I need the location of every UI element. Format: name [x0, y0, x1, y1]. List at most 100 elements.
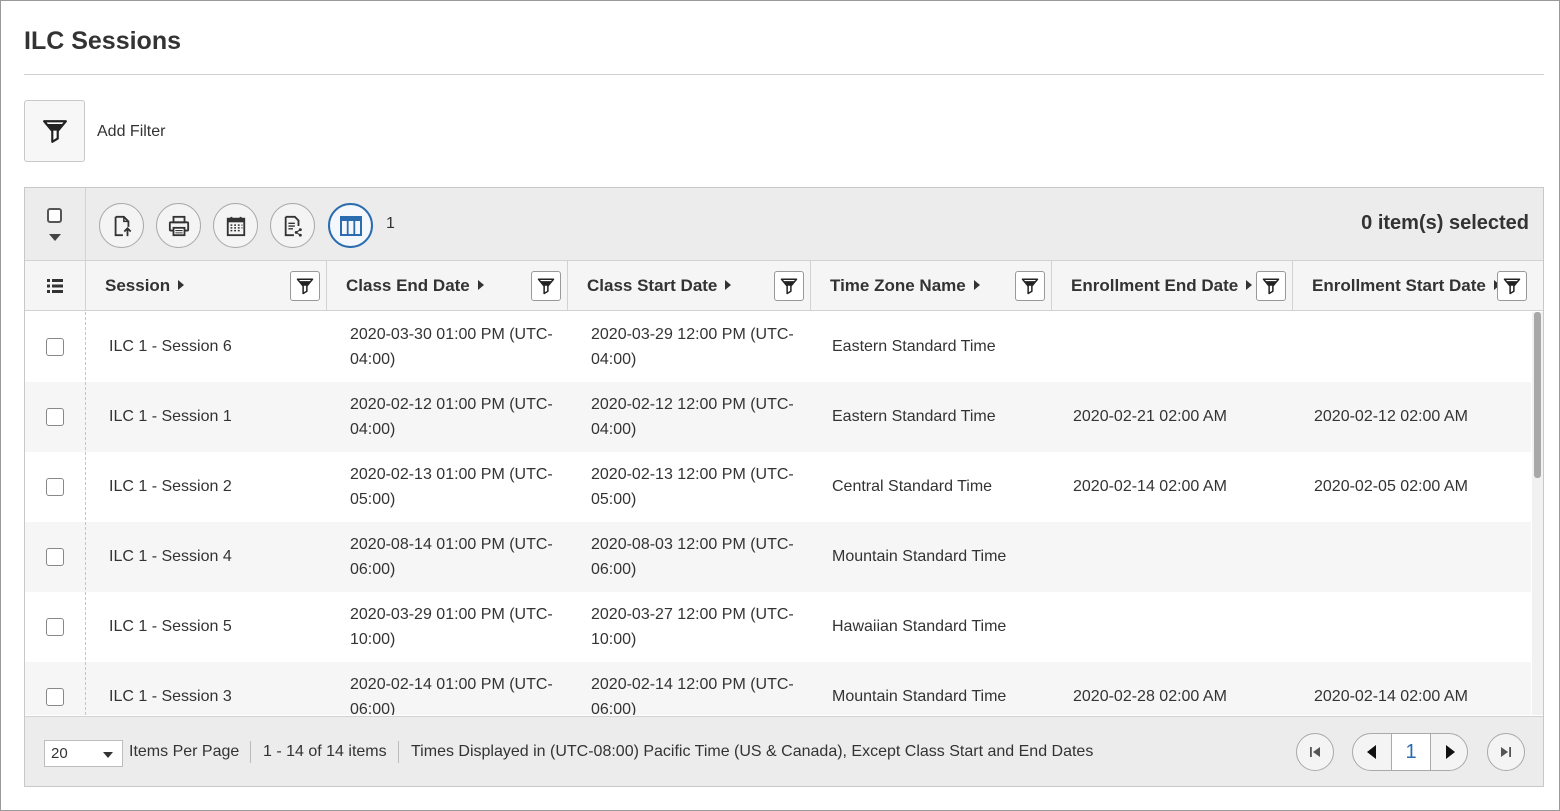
row-checkbox[interactable]: [46, 338, 64, 356]
row-checkbox[interactable]: [46, 478, 64, 496]
column-filter-button[interactable]: [290, 271, 320, 301]
cell-session[interactable]: ILC 1 - Session 1: [109, 404, 232, 429]
row-checkbox[interactable]: [46, 618, 64, 636]
column-filter-button[interactable]: [1015, 271, 1045, 301]
table-row[interactable]: ILC 1 - Session 5 2020-03-29 01:00 PM (U…: [25, 592, 1531, 662]
column-filter-button[interactable]: [531, 271, 561, 301]
grid-scrollbar[interactable]: [1532, 312, 1543, 715]
row-checkbox[interactable]: [46, 688, 64, 706]
column-header-class-end-date[interactable]: Class End Date: [327, 261, 568, 311]
table-row[interactable]: ILC 1 - Session 3 2020-02-14 01:00 PM (U…: [25, 662, 1531, 715]
cell-class-start-date: 2020-03-27 12:00 PM (UTC-10:00): [591, 606, 794, 648]
cell-time-zone-name: Mountain Standard Time: [832, 548, 1007, 565]
grid-footer: 20 Items Per Page 1 - 14 of 14 items Tim…: [25, 716, 1543, 786]
sort-icon[interactable]: [477, 280, 484, 290]
cell-class-end-date: 2020-03-30 01:00 PM (UTC-04:00): [350, 326, 553, 368]
prev-page-icon: [1367, 745, 1376, 759]
column-header-label[interactable]: Enrollment End Date: [1071, 276, 1253, 296]
table-row[interactable]: ILC 1 - Session 1 2020-02-12 01:00 PM (U…: [25, 382, 1531, 452]
row-checkbox[interactable]: [46, 548, 64, 566]
current-page[interactable]: 1: [1391, 734, 1431, 770]
first-page-icon: [1310, 747, 1320, 757]
pager: 1: [1352, 733, 1468, 771]
cell-enrollment-end-date: 2020-02-28 02:00 AM: [1073, 688, 1227, 705]
cell-class-end-date: 2020-02-13 01:00 PM (UTC-05:00): [350, 466, 553, 508]
selected-count: 0 item(s) selected: [1361, 212, 1529, 234]
sort-icon[interactable]: [1246, 280, 1253, 290]
column-header-session[interactable]: Session: [86, 261, 327, 311]
column-filter-button[interactable]: [1256, 271, 1286, 301]
column-header-time-zone-name[interactable]: Time Zone Name: [811, 261, 1052, 311]
grid-toolbar: 1 0 item(s) selected: [25, 188, 1543, 261]
columns-button[interactable]: [328, 203, 373, 248]
table-row[interactable]: ILC 1 - Session 6 2020-03-30 01:00 PM (U…: [25, 312, 1531, 382]
sort-icon[interactable]: [973, 280, 980, 290]
prev-page-button[interactable]: [1353, 734, 1391, 770]
table-row[interactable]: ILC 1 - Session 4 2020-08-14 01:00 PM (U…: [25, 522, 1531, 592]
cell-time-zone-name: Central Standard Time: [832, 478, 993, 495]
add-filter-label[interactable]: Add Filter: [97, 123, 165, 141]
sessions-grid: 1 0 item(s) selected Session Class End D…: [24, 187, 1544, 787]
column-header-class-start-date[interactable]: Class Start Date: [568, 261, 811, 311]
cell-session[interactable]: ILC 1 - Session 3: [109, 684, 232, 709]
print-button[interactable]: [156, 203, 201, 248]
report-button[interactable]: [270, 203, 315, 248]
chevron-down-icon: [103, 752, 113, 758]
column-filter-button[interactable]: [1497, 271, 1527, 301]
filter-icon: [1021, 278, 1039, 295]
grid-header: Session Class End Date Class Start Date …: [25, 261, 1543, 311]
cell-enrollment-start-date: 2020-02-05 02:00 AM: [1314, 478, 1468, 495]
footer-divider: [398, 741, 399, 763]
table-row[interactable]: ILC 1 - Session 2 2020-02-13 01:00 PM (U…: [25, 452, 1531, 522]
column-header-label[interactable]: Class End Date: [346, 276, 484, 296]
item-range-text: 1 - 14 of 14 items: [263, 743, 387, 760]
column-filter-button[interactable]: [774, 271, 804, 301]
filter-icon: [780, 278, 798, 295]
scrollbar-thumb[interactable]: [1534, 312, 1541, 478]
last-page-icon: [1501, 747, 1511, 757]
visible-column-count: 1: [386, 215, 395, 232]
cell-session[interactable]: ILC 1 - Session 5: [109, 614, 232, 639]
items-per-page-label: Items Per Page: [129, 743, 240, 760]
cell-enrollment-end-date: 2020-02-21 02:00 AM: [1073, 408, 1227, 425]
cell-session[interactable]: ILC 1 - Session 6: [109, 334, 232, 359]
chevron-down-icon[interactable]: [49, 234, 61, 241]
row-checkbox[interactable]: [46, 408, 64, 426]
cell-class-end-date: 2020-03-29 01:00 PM (UTC-10:00): [350, 606, 553, 648]
cell-time-zone-name: Eastern Standard Time: [832, 338, 996, 355]
row-options-header[interactable]: [25, 261, 86, 311]
cell-class-end-date: 2020-08-14 01:00 PM (UTC-06:00): [350, 536, 553, 578]
first-page-button[interactable]: [1296, 733, 1334, 771]
cell-session[interactable]: ILC 1 - Session 2: [109, 474, 232, 499]
list-icon: [47, 279, 63, 293]
column-header-enrollment-end-date[interactable]: Enrollment End Date: [1052, 261, 1293, 311]
filter-icon: [537, 278, 555, 295]
column-header-label[interactable]: Enrollment Start Date: [1312, 276, 1500, 296]
cell-session[interactable]: ILC 1 - Session 4: [109, 544, 232, 569]
column-header-label[interactable]: Time Zone Name: [830, 276, 980, 296]
export-button[interactable]: [99, 203, 144, 248]
timezone-note: Times Displayed in (UTC-08:00) Pacific T…: [411, 743, 1094, 760]
cell-time-zone-name: Mountain Standard Time: [832, 688, 1007, 705]
sort-icon[interactable]: [725, 280, 732, 290]
export-icon: [114, 215, 131, 236]
cell-class-start-date: 2020-02-12 12:00 PM (UTC-04:00): [591, 396, 794, 438]
select-all-menu[interactable]: [25, 188, 86, 261]
filter-button[interactable]: [24, 100, 85, 162]
print-icon: [168, 215, 189, 236]
cell-class-end-date: 2020-02-12 01:00 PM (UTC-04:00): [350, 396, 553, 438]
column-header-enrollment-start-date[interactable]: Enrollment Start Date: [1293, 261, 1543, 311]
sort-icon[interactable]: [178, 280, 185, 290]
calendar-button[interactable]: [213, 203, 258, 248]
page-size-select[interactable]: 20: [44, 740, 123, 767]
column-header-label[interactable]: Class Start Date: [587, 276, 732, 296]
cell-class-end-date: 2020-02-14 01:00 PM (UTC-06:00): [350, 676, 553, 715]
calendar-icon: [226, 216, 245, 236]
checkbox-column-divider: [85, 312, 86, 715]
filter-icon: [1503, 278, 1521, 295]
last-page-button[interactable]: [1487, 733, 1525, 771]
column-header-label[interactable]: Session: [105, 276, 185, 296]
select-all-checkbox[interactable]: [47, 208, 62, 223]
cell-time-zone-name: Eastern Standard Time: [832, 408, 996, 425]
next-page-button[interactable]: [1431, 734, 1467, 770]
